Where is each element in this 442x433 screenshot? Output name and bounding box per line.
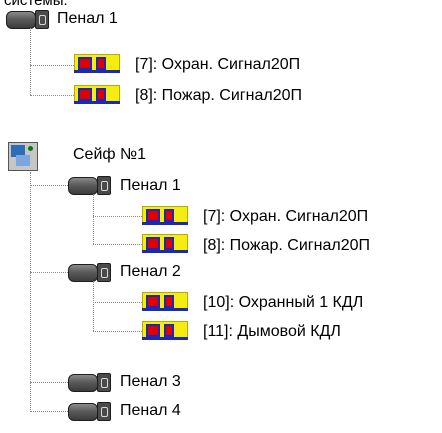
sensor-icon [142, 321, 188, 341]
penal-container-icon [68, 402, 111, 421]
tree-node-label[interactable]: Сейф №1 [73, 145, 146, 165]
sensor-icon [74, 54, 120, 74]
penal-container-icon [6, 10, 49, 29]
tree-node-label[interactable]: Пенал 4 [120, 401, 181, 421]
sensor-icon [142, 292, 188, 312]
tree-node-label[interactable]: [10]: Охранный 1 КДЛ [203, 293, 363, 313]
tree-node-label[interactable]: Пенал 2 [120, 262, 181, 282]
penal-container-icon [68, 373, 111, 392]
tree-node-label[interactable]: Пенал 1 [120, 176, 181, 196]
tree-node-label[interactable]: Пенал 3 [120, 372, 181, 392]
sensor-icon [142, 206, 188, 226]
penal-container-icon [68, 176, 111, 195]
sensor-icon [74, 85, 120, 105]
penal-container-icon [68, 263, 111, 282]
tree-node-label[interactable]: [11]: Дымовой КДЛ [203, 322, 341, 342]
tree-node-label[interactable]: [8]: Пожар. Сигнал20П [203, 236, 370, 256]
tree-node-label[interactable]: [8]: Пожар. Сигнал20П [135, 86, 302, 106]
safe-icon [8, 142, 38, 172]
tree-node-label[interactable]: [7]: Охран. Сигнал20П [135, 55, 300, 75]
sensor-icon [142, 234, 188, 254]
tree-node-label[interactable]: [7]: Охран. Сигнал20П [203, 207, 368, 227]
tree-node-label[interactable]: Пенал 1 [57, 9, 118, 29]
